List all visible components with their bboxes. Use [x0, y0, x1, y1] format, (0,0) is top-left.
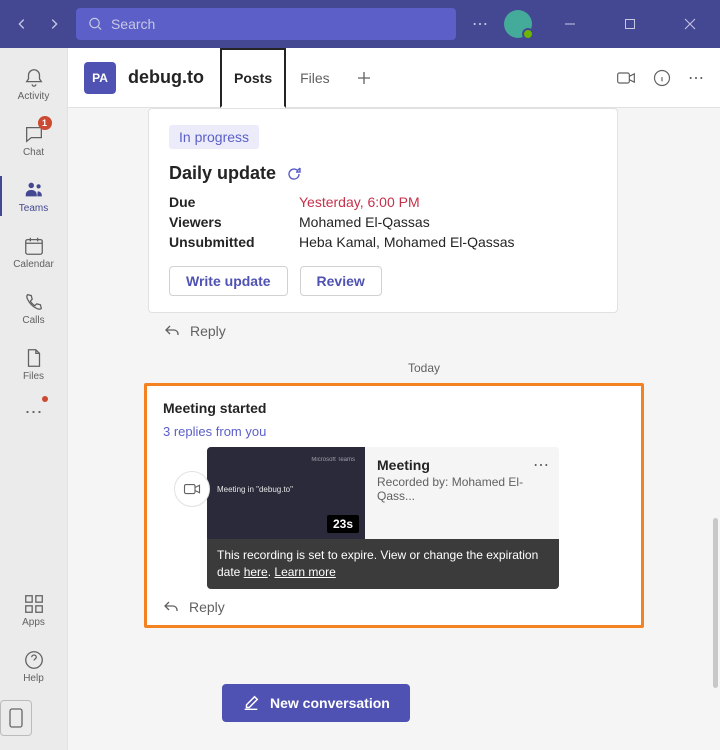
here-link[interactable]: here [244, 565, 268, 579]
reply-icon [163, 599, 179, 615]
meeting-post: Meeting started 3 replies from you Micro… [144, 383, 644, 628]
calendar-icon [23, 235, 45, 257]
info-button[interactable] [652, 68, 672, 88]
duration-badge: 23s [327, 515, 359, 533]
back-button[interactable] [8, 10, 36, 38]
help-icon [23, 649, 45, 671]
bell-icon [23, 67, 45, 89]
sidebar-item-label: Teams [19, 203, 48, 214]
due-label: Due [169, 194, 299, 210]
tab-files[interactable]: Files [286, 48, 344, 107]
sidebar-item-files[interactable]: Files [0, 336, 68, 392]
info-icon [652, 68, 672, 88]
new-conversation-button[interactable]: New conversation [222, 684, 410, 722]
review-button[interactable]: Review [300, 266, 382, 296]
avatar[interactable] [504, 10, 532, 38]
phone-device-icon [9, 708, 23, 728]
recording-author: Recorded by: Mohamed El-Qass... [377, 475, 547, 503]
add-tab-button[interactable] [348, 48, 380, 107]
sidebar-item-more[interactable]: ⋯ [0, 392, 68, 432]
sidebar-item-chat[interactable]: 1 Chat [0, 112, 68, 168]
sidebar-item-teams[interactable]: Teams [0, 168, 68, 224]
sidebar-item-activity[interactable]: Activity [0, 56, 68, 112]
maximize-button[interactable] [608, 2, 652, 46]
presence-available-icon [522, 28, 534, 40]
scrollbar[interactable] [713, 518, 718, 688]
sidebar: Activity 1 Chat Teams Calendar Calls Fil… [0, 48, 68, 750]
recording-title: Meeting [377, 457, 547, 473]
sidebar-item-help[interactable]: Help [0, 638, 68, 694]
expiration-notice: This recording is set to expire. View or… [207, 539, 559, 589]
team-avatar[interactable]: PA [84, 62, 116, 94]
refresh-icon[interactable] [286, 166, 302, 182]
minimize-button[interactable] [548, 2, 592, 46]
video-icon [616, 68, 636, 88]
compose-icon [242, 694, 260, 712]
file-icon [23, 347, 45, 369]
replies-link[interactable]: 3 replies from you [147, 424, 641, 447]
learn-more-link[interactable]: Learn more [274, 565, 335, 579]
tab-posts[interactable]: Posts [220, 48, 286, 108]
dot-badge [42, 396, 48, 402]
card-title: Daily update [169, 163, 597, 184]
apps-icon [23, 593, 45, 615]
unsubmitted-value: Heba Kamal, Mohamed El-Qassas [299, 234, 515, 250]
more-icon[interactable]: ⋯ [472, 14, 488, 34]
write-update-button[interactable]: Write update [169, 266, 288, 296]
sidebar-item-label: Files [23, 371, 44, 382]
main-content: PA debug.to Posts Files ⋯ In progress Da… [68, 48, 720, 750]
update-card: In progress Daily update DueYesterday, 6… [148, 108, 618, 313]
teams-icon [23, 179, 45, 201]
sidebar-device-button[interactable] [0, 700, 32, 736]
status-badge: In progress [169, 125, 259, 149]
search-icon [88, 16, 103, 32]
sidebar-item-label: Chat [23, 147, 44, 158]
reply-button[interactable]: Reply [148, 313, 618, 349]
more-button[interactable]: ⋯ [688, 68, 704, 88]
sidebar-item-calls[interactable]: Calls [0, 280, 68, 336]
sidebar-item-label: Help [23, 673, 44, 684]
recording-more-button[interactable]: ⋯ [533, 455, 549, 475]
sidebar-item-apps[interactable]: Apps [0, 582, 68, 638]
sidebar-item-label: Calendar [13, 259, 54, 270]
recording-card[interactable]: Microsoft Teams Meeting in "debug.to" 23… [207, 447, 559, 589]
viewers-value: Mohamed El-Qassas [299, 214, 430, 230]
sidebar-item-label: Apps [22, 617, 45, 628]
search-box[interactable] [76, 8, 456, 40]
meeting-indicator[interactable] [174, 471, 210, 507]
titlebar: ⋯ [0, 0, 720, 48]
page-title: debug.to [128, 67, 204, 88]
unsubmitted-label: Unsubmitted [169, 234, 299, 250]
due-value: Yesterday, 6:00 PM [299, 194, 420, 210]
reply-button[interactable]: Reply [147, 589, 641, 625]
badge: 1 [38, 116, 52, 130]
forward-button[interactable] [40, 10, 68, 38]
search-input[interactable] [111, 16, 444, 32]
phone-icon [23, 291, 45, 313]
meeting-title: Meeting started [147, 386, 641, 424]
recording-thumbnail: Microsoft Teams Meeting in "debug.to" 23… [207, 447, 365, 539]
channel-header: PA debug.to Posts Files ⋯ [68, 48, 720, 108]
posts-feed: In progress Daily update DueYesterday, 6… [68, 108, 720, 750]
sidebar-item-label: Activity [18, 91, 50, 102]
sidebar-item-calendar[interactable]: Calendar [0, 224, 68, 280]
video-icon [183, 480, 201, 498]
more-icon: ⋯ [25, 402, 43, 423]
date-divider: Today [148, 361, 700, 375]
close-button[interactable] [668, 2, 712, 46]
sidebar-item-label: Calls [22, 315, 44, 326]
meet-button[interactable] [616, 68, 636, 88]
viewers-label: Viewers [169, 214, 299, 230]
reply-icon [164, 323, 180, 339]
